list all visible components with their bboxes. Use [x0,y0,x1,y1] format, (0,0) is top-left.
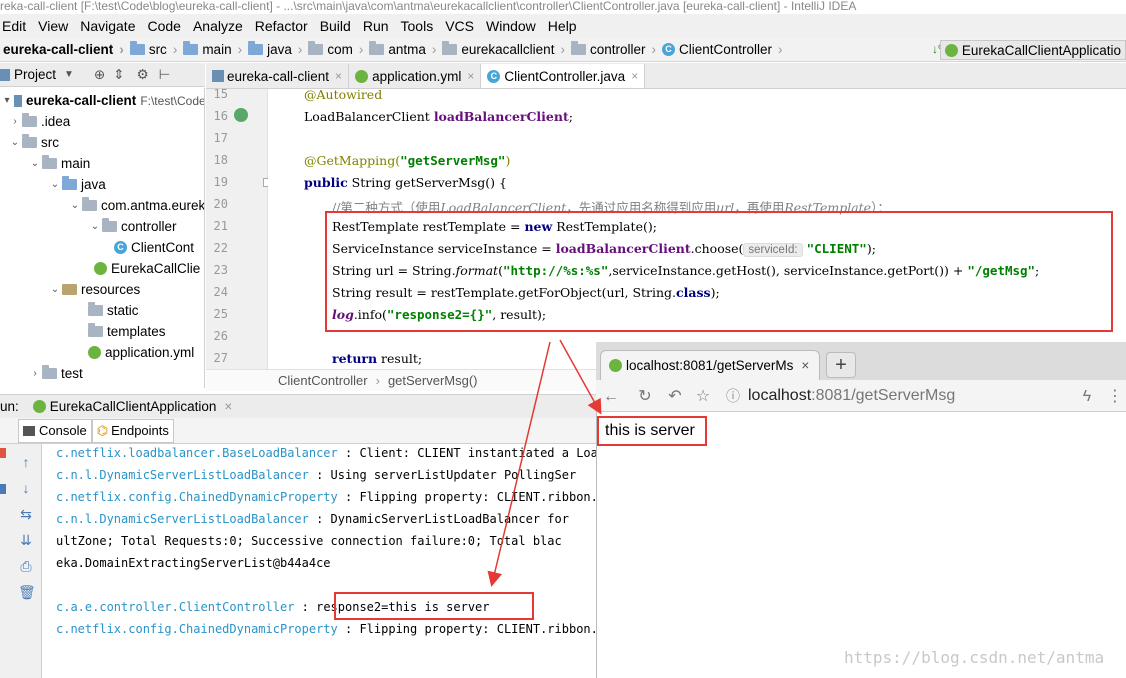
watermark: https://blog.csdn.net/antma [844,648,1105,667]
arrow-to-browser [559,339,602,415]
arrow-to-console [487,341,551,587]
annotation-arrows [487,339,602,587]
